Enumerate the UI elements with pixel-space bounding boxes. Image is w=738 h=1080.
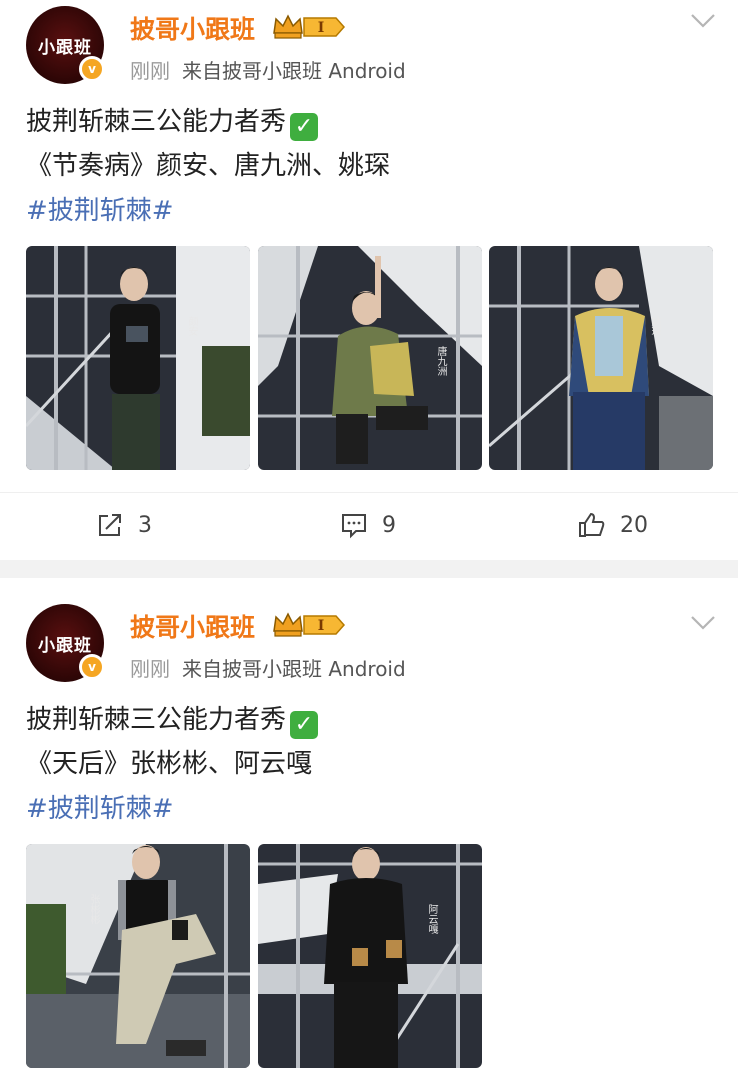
photo-caption: 姚琛	[649, 316, 660, 336]
repost-button[interactable]: 3	[96, 511, 152, 539]
post-line-2: 《天后》张彬彬、阿云嘎	[26, 749, 313, 779]
post-line-1: 披荆斩棘三公能力者秀 ✓	[26, 698, 319, 742]
vip-crown-badge-icon[interactable]: I	[272, 13, 346, 41]
svg-text:I: I	[318, 618, 325, 634]
post-separator	[0, 560, 738, 578]
photo-zhangbinbin[interactable]: 张彬彬	[26, 844, 250, 1068]
photo-caption: 阿云嘎	[426, 904, 437, 934]
post-line-1: 披荆斩棘三公能力者秀 ✓	[26, 100, 390, 144]
username[interactable]: 披哥小跟班	[130, 10, 255, 46]
weibo-post-2: 小跟班 v 披哥小跟班 I 刚刚 来自披哥小跟班 Android 披荆斩棘三公能力…	[0, 578, 738, 1080]
svg-text:I: I	[318, 20, 325, 36]
weibo-post-1: 小跟班 v 披哥小跟班 I 刚刚 来自披哥小跟班 Android 披荆斩棘三公能力…	[0, 0, 738, 560]
checkmark-icon: ✓	[290, 113, 319, 141]
hashtag-link[interactable]: #披荆斩棘#	[26, 190, 174, 227]
avatar-text: 小跟班	[38, 635, 92, 656]
comment-button[interactable]: 9	[340, 511, 396, 539]
chevron-down-icon[interactable]	[690, 614, 716, 632]
post-source: 来自披哥小跟班 Android	[182, 59, 406, 83]
post-meta: 刚刚 来自披哥小跟班 Android	[130, 55, 406, 84]
photo-caption: 颜安	[186, 316, 197, 336]
comment-icon	[342, 514, 366, 539]
post-time: 刚刚	[130, 657, 170, 681]
photo-tangjiuzhou[interactable]: 唐九洲	[258, 246, 482, 470]
checkmark-icon: ✓	[290, 711, 319, 739]
post-text: 披荆斩棘三公能力者秀 ✓ 《节奏病》颜安、唐九洲、姚琛	[26, 100, 390, 188]
photo-yanan[interactable]: 颜安	[26, 246, 250, 470]
avatar[interactable]: 小跟班 v	[26, 604, 105, 682]
like-count: 20	[620, 512, 648, 538]
verified-icon: v	[79, 56, 105, 82]
post-text: 披荆斩棘三公能力者秀 ✓ 《天后》张彬彬、阿云嘎	[26, 698, 319, 786]
post-line-2: 《节奏病》颜安、唐九洲、姚琛	[26, 151, 391, 181]
vip-crown-badge-icon[interactable]: I	[272, 611, 346, 639]
chevron-down-icon[interactable]	[690, 12, 716, 30]
post-meta: 刚刚 来自披哥小跟班 Android	[130, 653, 406, 682]
username[interactable]: 披哥小跟班	[130, 608, 255, 644]
avatar-text: 小跟班	[38, 37, 92, 58]
avatar[interactable]: 小跟班 v	[26, 6, 105, 84]
photo-caption: 唐九洲	[435, 346, 446, 376]
verified-icon: v	[79, 654, 105, 680]
action-bar: 3 9 20	[0, 492, 738, 560]
photo-caption: 张彬彬	[88, 894, 99, 924]
thumbs-up-icon	[579, 512, 605, 537]
hashtag-link[interactable]: #披荆斩棘#	[26, 788, 174, 825]
comment-count: 9	[382, 512, 396, 538]
post-source: 来自披哥小跟班 Android	[182, 657, 406, 681]
share-icon	[99, 514, 121, 536]
photo-ayunga[interactable]: 阿云嘎	[258, 844, 482, 1068]
photo-yaochen[interactable]: 姚琛	[489, 246, 713, 470]
post-time: 刚刚	[130, 59, 170, 83]
repost-count: 3	[138, 512, 152, 538]
like-button[interactable]: 20	[578, 511, 648, 539]
